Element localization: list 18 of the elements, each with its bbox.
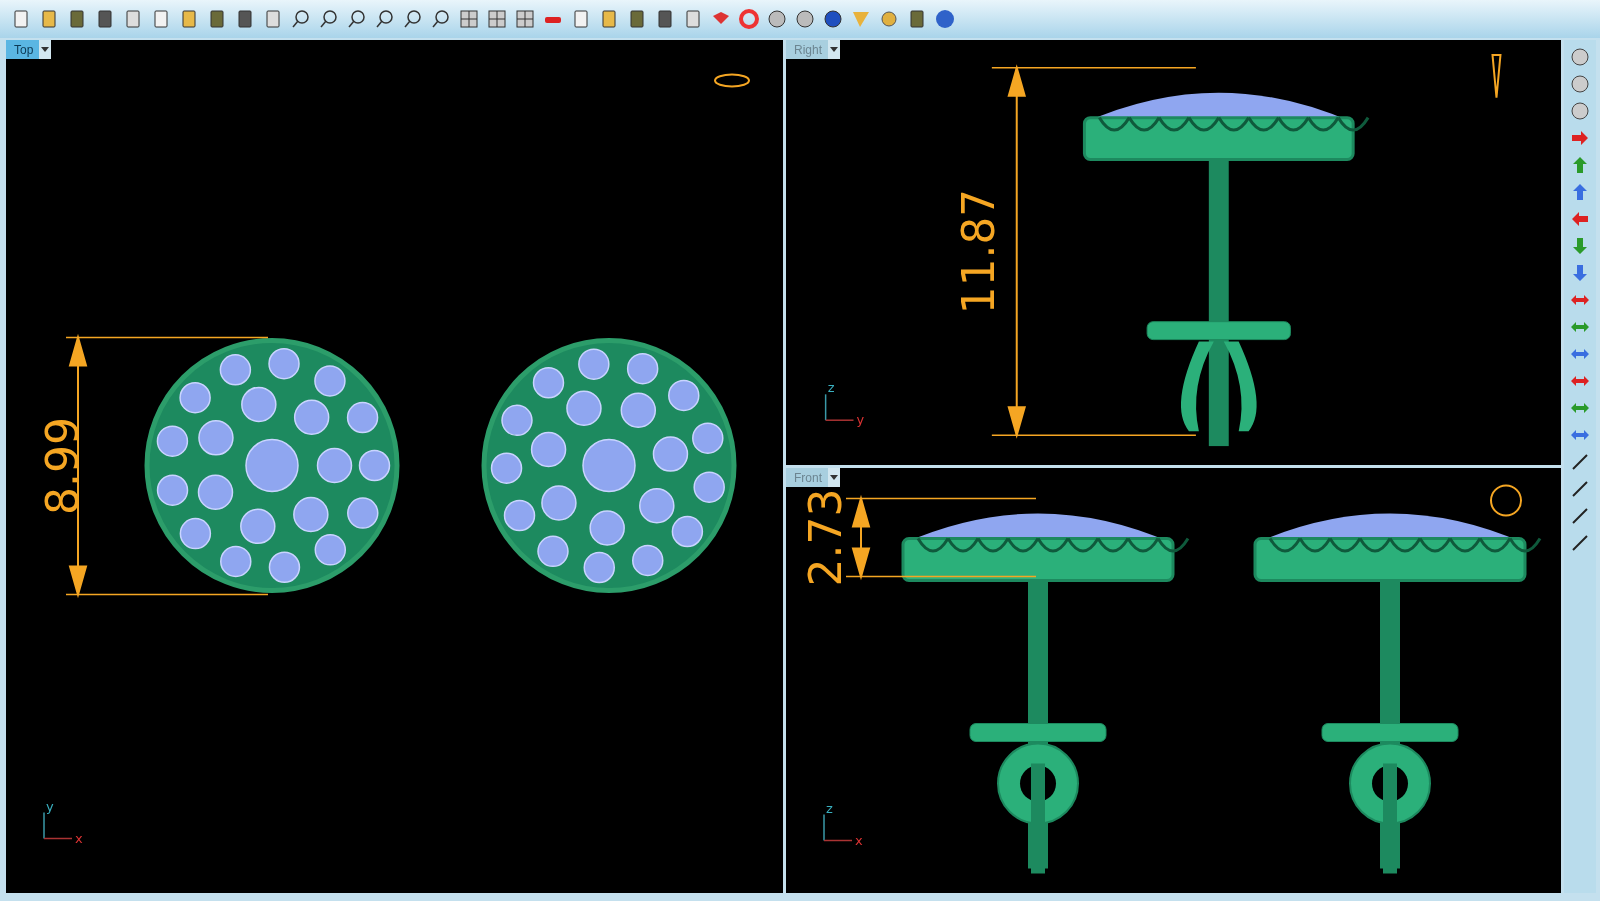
viewport[interactable]: 8.99 y x Top: [6, 40, 783, 893]
caret-icon: [39, 40, 52, 59]
dimension-label: 2.73: [800, 488, 851, 587]
axis-label: x: [75, 830, 83, 846]
axis-label: z: [827, 380, 835, 396]
dimension-label: 11.87: [952, 188, 1004, 315]
caret-icon: [828, 40, 840, 59]
axis-label: z: [826, 800, 833, 816]
viewport-tab[interactable]: Top: [6, 40, 52, 59]
viewport[interactable]: 2.73 z x Front: [786, 468, 1561, 893]
axis-label: y: [46, 798, 54, 814]
axis-icon: [823, 813, 853, 842]
axis-label: x: [855, 832, 863, 848]
dimension-label: 8.99: [37, 417, 88, 515]
axis-label: y: [856, 412, 865, 428]
axis-icon: [824, 393, 855, 421]
caret-icon: [828, 468, 840, 487]
viewport[interactable]: 11.87 z y Right: [786, 40, 1561, 465]
